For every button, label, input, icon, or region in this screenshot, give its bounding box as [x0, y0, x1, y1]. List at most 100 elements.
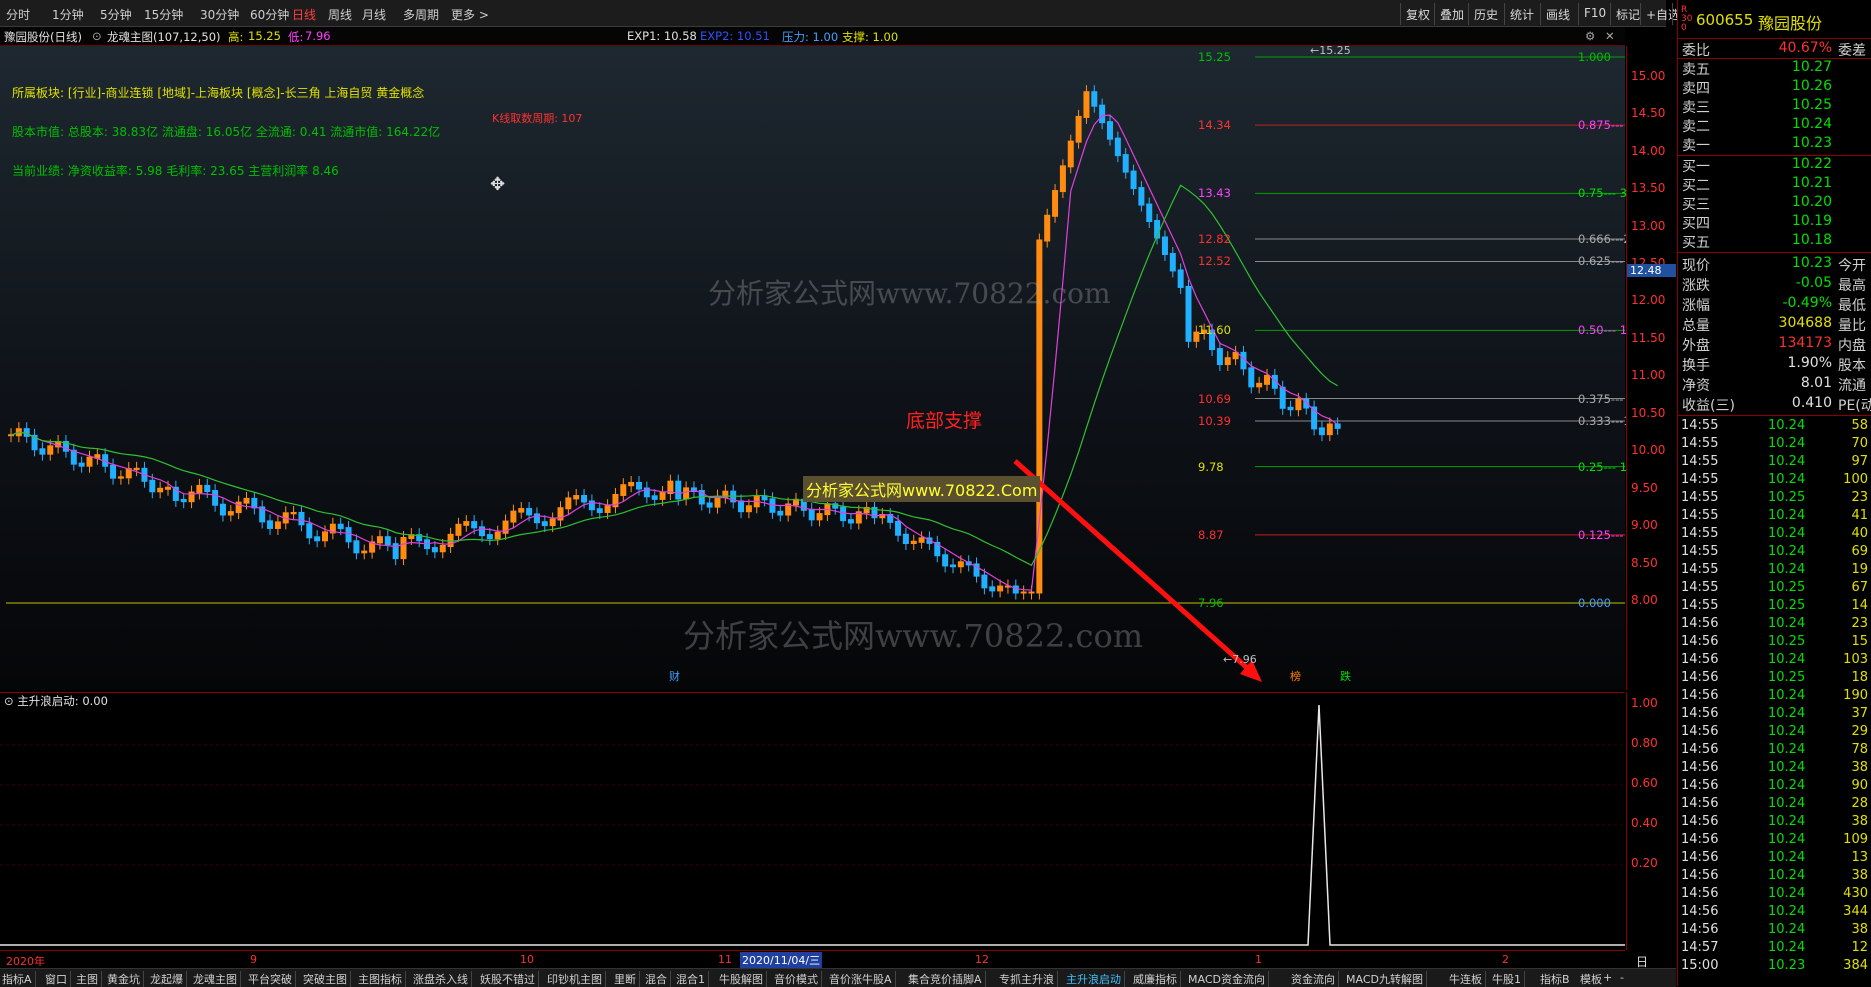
date-year: 2020年 [6, 955, 45, 968]
period-tab-4[interactable]: 30分钟 [200, 6, 239, 23]
candle-body [533, 513, 540, 524]
indicator-tab-20[interactable]: 主升浪启动 [1066, 971, 1125, 987]
indicator-tab-24[interactable]: MACD九转解图 [1346, 971, 1427, 987]
indicator-tab-14[interactable]: 混合1 [676, 971, 709, 987]
indicator-tab-21[interactable]: 威廉指标 [1133, 971, 1181, 987]
date-m10: 10 [520, 953, 534, 966]
bottom-right-btn-1[interactable]: 模板 [1580, 971, 1602, 987]
tick-volume: 78 [1851, 742, 1868, 757]
indicator-tab-2[interactable]: 主图 [76, 971, 102, 987]
candle-body [243, 497, 250, 504]
indicator-tab-17[interactable]: 音价涨牛股A [829, 971, 896, 987]
watermark-top: 分析家公式网www.70822.com [708, 277, 1111, 310]
candle-body [989, 586, 996, 592]
toolbar-btn-4[interactable]: 画线 [1540, 3, 1575, 25]
candle-body [267, 520, 274, 529]
indicator-tab-6[interactable]: 平台突破 [248, 971, 296, 987]
indicator-tab-19[interactable]: 专抓主升浪 [999, 971, 1058, 987]
toolbar-btn-0[interactable]: 复权 [1400, 3, 1435, 25]
indicator-tab-11[interactable]: 印钞机主图 [547, 971, 606, 987]
indicator-tab-7[interactable]: 突破主图 [303, 971, 351, 987]
bottom-right-btn-3[interactable]: - [1620, 971, 1624, 984]
candle-body [172, 486, 179, 501]
tick-row: 14:55 10.25 67 [1678, 580, 1871, 597]
period-tab-9[interactable]: 多周期 [403, 6, 439, 23]
tick-volume: 29 [1851, 724, 1868, 739]
candle-body [895, 520, 902, 536]
tick-price: 10.24 [1768, 652, 1806, 667]
period-tab-10[interactable]: 更多 > [451, 6, 489, 23]
tick-row: 14:55 10.25 14 [1678, 598, 1871, 615]
bottom-right-btn-0[interactable]: 指标B [1540, 971, 1570, 987]
indicator-tab-8[interactable]: 主图指标 [358, 971, 406, 987]
candle-body [808, 508, 815, 521]
tick-row: 15:00 10.23 384 [1678, 958, 1871, 975]
settings-icon[interactable]: ⚙ [1585, 29, 1595, 43]
tick-volume: 190 [1843, 688, 1868, 703]
level-label: 13.43 [1198, 186, 1231, 201]
indicator-tab-3[interactable]: 黄金坑 [107, 971, 144, 987]
tick-row: 14:56 10.24 103 [1678, 652, 1871, 669]
tick-row: 14:56 10.24 109 [1678, 832, 1871, 849]
toolbar-btn-5[interactable]: F10 [1578, 3, 1611, 25]
indicator-tab-18[interactable]: 集合竞价插脚A [908, 971, 986, 987]
candle-body [431, 547, 438, 553]
sub-indicator-chart[interactable]: ⊙ 主升浪启动: 0.00 [0, 692, 1625, 951]
sub-indicator-svg [0, 704, 1625, 946]
tick-row: 14:56 10.24 37 [1678, 706, 1871, 723]
toolbar-btn-1[interactable]: 叠加 [1434, 3, 1469, 25]
tick-price: 10.24 [1768, 904, 1806, 919]
candle-body [1130, 170, 1137, 190]
candle-body [659, 492, 666, 500]
toolbar-btn-3[interactable]: 统计 [1504, 3, 1539, 25]
period-tab-3[interactable]: 15分钟 [144, 6, 183, 23]
date-axis: 2020年 9 10 11 2020/11/04/三 12 1 2 日线 [0, 950, 1648, 986]
period-tab-7[interactable]: 周线 [328, 6, 352, 23]
period-tab-1[interactable]: 1分钟 [52, 6, 84, 23]
stat-value: -0.05 [1795, 275, 1832, 291]
indicator-tab-26[interactable]: 牛股1 [1492, 971, 1525, 987]
period-tab-6[interactable]: 日线 [292, 6, 316, 23]
candle-body [384, 536, 391, 546]
die-marker: 跌 [1340, 670, 1351, 683]
period-tab-0[interactable]: 分时 [6, 6, 30, 23]
main-kline-chart[interactable]: 所属板块: [行业]-商业连锁 [地域]-上海板块 [概念]-长三角 上海自贸 … [0, 44, 1646, 690]
candle-body [149, 479, 156, 493]
toolbar-btn-2[interactable]: 历史 [1468, 3, 1503, 25]
indicator-tab-4[interactable]: 龙起爆 [150, 971, 187, 987]
indicator-tab-5[interactable]: 龙魂主图 [193, 971, 241, 987]
tick-price: 10.24 [1768, 544, 1806, 559]
tick-volume: 13 [1851, 850, 1868, 865]
indicator-tab-13[interactable]: 混合 [645, 971, 671, 987]
sub-tick-label: 0.20 [1631, 856, 1658, 870]
indicator-tab-0[interactable]: 指标A [2, 971, 36, 987]
indicator-tab-1[interactable]: 窗口 [45, 971, 71, 987]
indicator-name[interactable]: 龙魂主图(107,12,50) [107, 29, 221, 45]
indicator-tab-15[interactable]: 牛股解图 [719, 971, 767, 987]
tick-volume: 344 [1843, 904, 1868, 919]
period-tab-8[interactable]: 月线 [362, 6, 386, 23]
period-tab-5[interactable]: 60分钟 [250, 6, 289, 23]
candle-body [738, 500, 745, 513]
collapse-icon[interactable]: ⊙ [92, 29, 102, 43]
indicator-tab-23[interactable]: 资金流向 [1291, 971, 1339, 987]
period-tab-2[interactable]: 5分钟 [100, 6, 132, 23]
indicator-tab-16[interactable]: 音价模式 [774, 971, 822, 987]
candle-body [212, 490, 219, 506]
candle-body [840, 506, 847, 522]
tick-volume: 19 [1851, 562, 1868, 577]
tick-list[interactable]: 14:55 10.24 58 14:55 10.24 70 14:55 10.24 97 14:5… [1678, 415, 1871, 987]
indicator-tab-25[interactable]: 牛连板 [1449, 971, 1486, 987]
price-tick-label: 11.50 [1631, 330, 1666, 345]
indicator-tab-22[interactable]: MACD资金流向 [1188, 971, 1269, 987]
tick-time: 14:55 [1681, 562, 1719, 577]
bottom-right-btn-2[interactable]: + [1603, 971, 1612, 984]
tick-row: 14:56 10.25 15 [1678, 634, 1871, 651]
indicator-tab-10[interactable]: 妖股不错过 [480, 971, 539, 987]
close-icon[interactable]: ✕ [1605, 29, 1615, 43]
tick-volume: 12 [1851, 940, 1868, 955]
indicator-tab-9[interactable]: 涨盘杀入线 [413, 971, 472, 987]
candle-body [1075, 115, 1082, 143]
indicator-tab-12[interactable]: 里断 [614, 971, 640, 987]
stock-header: R 300 600655 豫园股份 [1678, 0, 1871, 39]
